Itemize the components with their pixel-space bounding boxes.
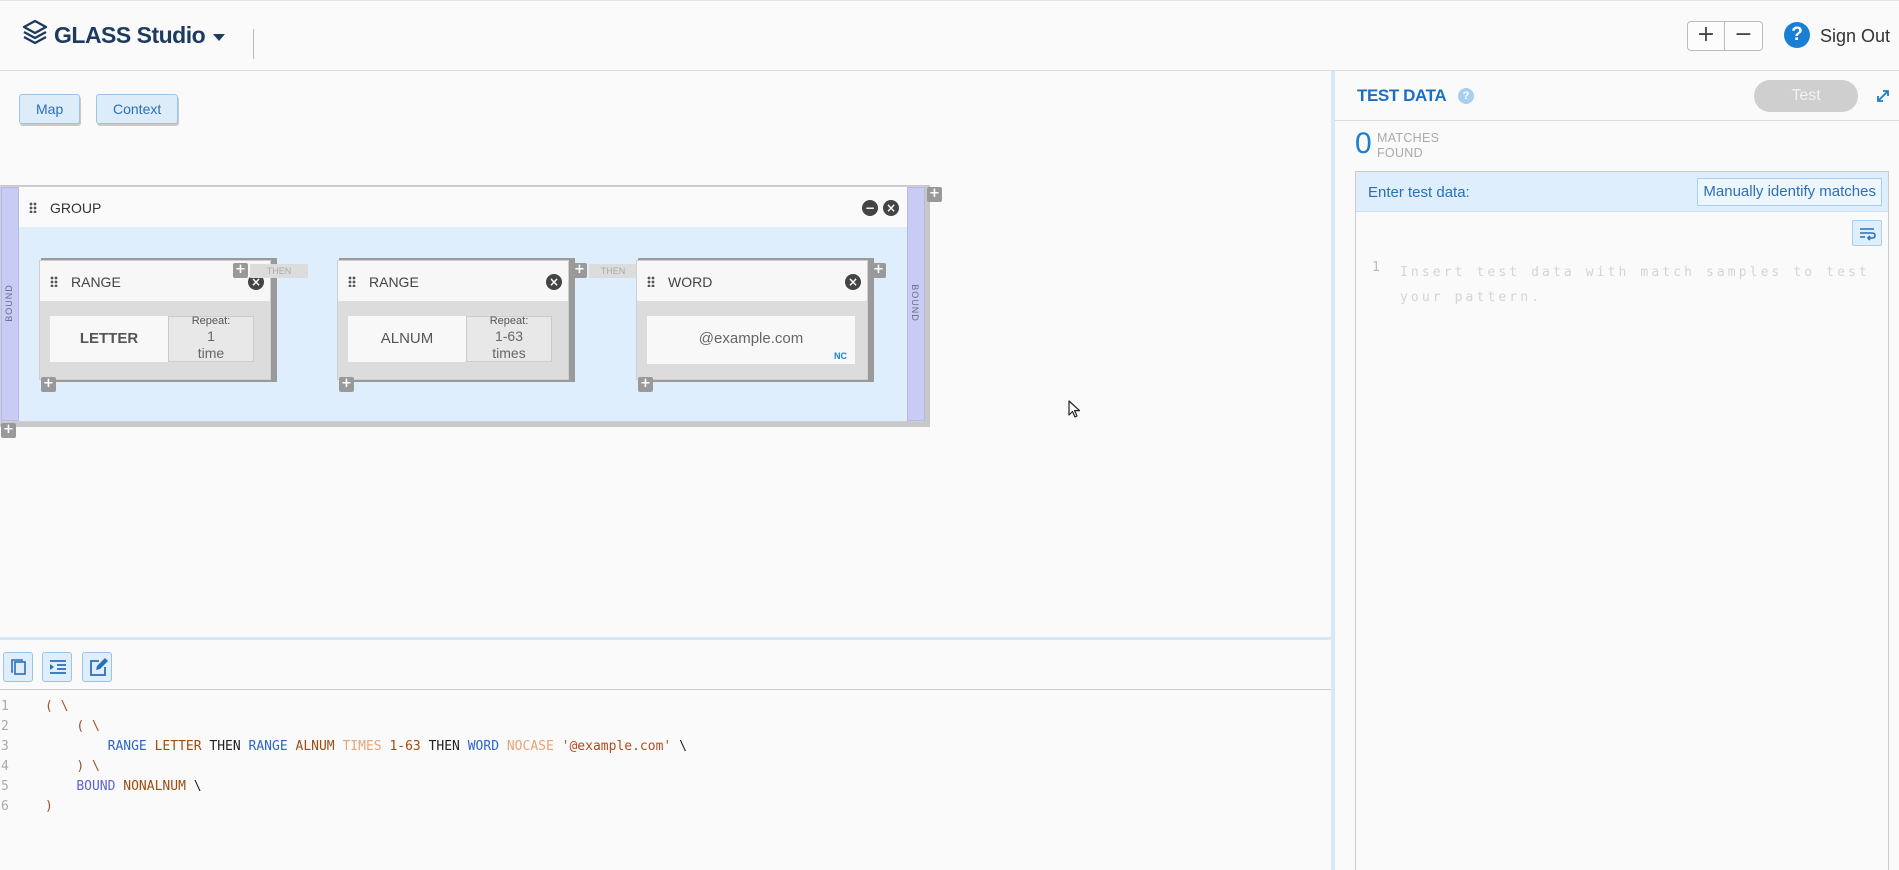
word-node[interactable]: WORD × @example.com NC	[636, 260, 868, 380]
app-title: GLASS Studio	[54, 22, 206, 48]
test-data-box: Enter test data: Manually identify match…	[1355, 171, 1889, 870]
repeat-value: 1 time	[197, 328, 225, 361]
range-token[interactable]: ALNUM	[348, 316, 466, 362]
copy-icon	[11, 659, 26, 675]
remove-node-icon[interactable]: ×	[845, 274, 861, 290]
zoom-out-button[interactable]: −	[1725, 21, 1763, 51]
then-connector: THEN	[250, 264, 308, 278]
repeat-value: 1-63 times	[492, 328, 526, 361]
bound-right-strip[interactable]: BOUND	[907, 187, 925, 421]
bound-right-label: BOUND	[909, 284, 920, 322]
group-block[interactable]: BOUND GROUP − × BOUND RANGE × LETTER Rep…	[0, 186, 925, 422]
matches-label: MATCHES FOUND	[1377, 131, 1440, 160]
node-header: WORD ×	[637, 261, 867, 301]
code-line: 1( \	[1, 699, 69, 714]
add-after-icon[interactable]: +	[871, 263, 886, 278]
context-tab-button[interactable]: Context	[96, 94, 179, 124]
code-toolbar	[0, 640, 1331, 690]
map-tab-button[interactable]: Map	[19, 94, 81, 124]
expand-icon[interactable]	[1875, 88, 1891, 104]
format-button[interactable]	[42, 652, 72, 682]
code-line: 5 BOUND NONALNUM \	[1, 779, 202, 794]
drag-handle-icon[interactable]	[647, 276, 655, 287]
repeat-label: Repeat:	[191, 315, 231, 327]
edit-button[interactable]	[82, 652, 112, 682]
add-below-group-icon[interactable]: +	[1, 423, 16, 438]
collapse-icon[interactable]: −	[862, 200, 878, 216]
test-data-head: Enter test data: Manually identify match…	[1356, 172, 1888, 212]
sign-out-link[interactable]: Sign Out	[1820, 26, 1890, 47]
repeat-box[interactable]: Repeat: 1-63 times	[466, 315, 552, 362]
layers-logo-icon	[22, 19, 48, 52]
group-header: GROUP − ×	[19, 187, 907, 227]
code-line: 4 ) \	[1, 759, 100, 774]
edit-icon	[90, 658, 108, 676]
test-data-placeholder: Insert test data with match samples to t…	[1400, 265, 1870, 305]
zoom-in-button[interactable]: +	[1687, 21, 1725, 51]
app-logo[interactable]: GLASS Studio	[22, 19, 206, 52]
help-icon[interactable]: ?	[1784, 22, 1810, 48]
repeat-box[interactable]: Repeat: 1 time	[168, 315, 254, 362]
header-divider	[253, 29, 254, 59]
mouse-cursor-icon	[1068, 400, 1081, 418]
test-button[interactable]: Test	[1754, 80, 1858, 112]
code-line: 6)	[1, 799, 53, 814]
add-below-icon[interactable]: +	[638, 377, 653, 392]
code-line: 3 RANGE LETTER THEN RANGE ALNUM TIMES 1-…	[1, 739, 687, 754]
editor-line-number: 1	[1372, 260, 1380, 275]
test-panel-title: TEST DATA	[1357, 86, 1447, 105]
word-value: @example.com	[698, 330, 804, 347]
enter-test-data-label: Enter test data:	[1368, 184, 1470, 201]
test-help-icon[interactable]: ?	[1458, 88, 1474, 104]
zoom-controls: + −	[1687, 21, 1763, 51]
word-wrap-button[interactable]	[1852, 220, 1882, 246]
repeat-label: Repeat:	[489, 315, 529, 327]
app-menu-caret-icon[interactable]	[213, 34, 225, 41]
code-line: 2 ( \	[1, 719, 100, 734]
matches-count: 0	[1355, 127, 1372, 160]
bound-left-strip[interactable]: BOUND	[1, 187, 19, 421]
add-after-group-icon[interactable]: +	[927, 187, 942, 202]
add-below-icon[interactable]: +	[41, 377, 56, 392]
add-below-icon[interactable]: +	[339, 377, 354, 392]
remove-node-icon[interactable]: ×	[546, 274, 562, 290]
drag-handle-icon[interactable]	[50, 276, 58, 287]
drag-handle-icon[interactable]	[29, 202, 37, 213]
node-title: RANGE	[71, 274, 121, 290]
node-title: RANGE	[369, 274, 419, 290]
test-panel-header: TEST DATA ? Test	[1335, 71, 1899, 121]
add-after-icon[interactable]: +	[572, 263, 587, 278]
test-data-panel: TEST DATA ? Test 0 MATCHES FOUND Enter t…	[1335, 71, 1899, 870]
node-header: RANGE ×	[338, 261, 568, 301]
manually-identify-matches-button[interactable]: Manually identify matches	[1697, 178, 1882, 206]
node-title: WORD	[668, 274, 713, 290]
bound-left-label: BOUND	[3, 284, 14, 322]
group-title: GROUP	[50, 200, 102, 216]
range-node-letter[interactable]: RANGE × LETTER Repeat: 1 time	[39, 260, 271, 380]
wrap-icon	[1860, 228, 1876, 241]
then-connector: THEN	[589, 264, 637, 278]
word-value-box[interactable]: @example.com NC	[647, 316, 855, 364]
indent-icon	[50, 660, 66, 674]
range-token[interactable]: LETTER	[50, 316, 168, 362]
nocase-badge: NC	[834, 351, 847, 361]
range-node-alnum[interactable]: RANGE × ALNUM Repeat: 1-63 times	[337, 260, 569, 380]
drag-handle-icon[interactable]	[348, 276, 356, 287]
code-editor[interactable]: 1( \ 2 ( \ 3 RANGE LETTER THEN RANGE ALN…	[0, 697, 1331, 817]
top-bar: GLASS Studio + − ? Sign Out	[0, 0, 1899, 71]
add-after-icon[interactable]: +	[233, 263, 248, 278]
copy-button[interactable]	[3, 652, 33, 682]
close-icon[interactable]: ×	[883, 200, 899, 216]
